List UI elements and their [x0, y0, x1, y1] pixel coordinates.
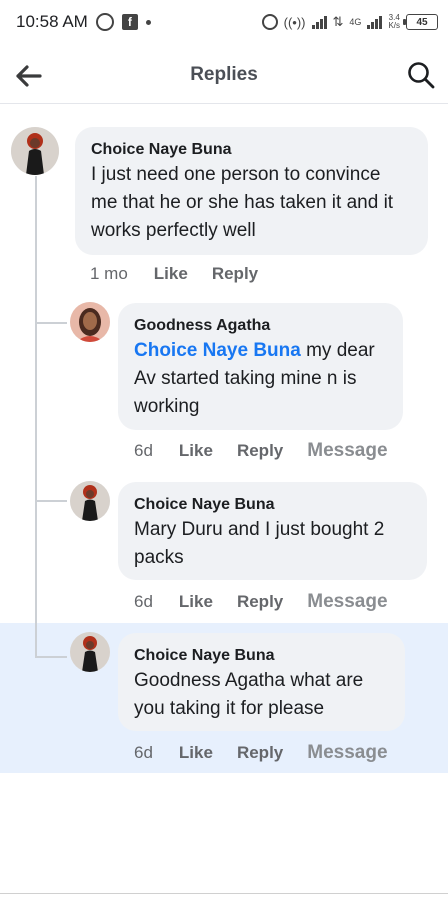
network-type: 4G	[349, 17, 362, 27]
avatar[interactable]	[70, 302, 110, 342]
hotspot-icon: ((•))	[283, 14, 306, 30]
comment-bubble: Goodness Agatha Choice Naye Buna my dear…	[118, 303, 403, 430]
comment-time[interactable]: 6d	[134, 592, 153, 612]
search-icon	[408, 62, 435, 89]
comment-author[interactable]: Choice Naye Buna	[134, 494, 411, 516]
message-button[interactable]: Message	[307, 591, 387, 613]
profile-photo	[70, 481, 110, 521]
bottom-divider	[0, 893, 448, 894]
comment-time[interactable]: 6d	[134, 441, 153, 461]
like-button[interactable]: Like	[154, 264, 188, 284]
thread-branch	[35, 322, 67, 324]
mention-link[interactable]: Choice Naye Buna	[134, 340, 301, 361]
comment-actions: 6d Like Reply Message	[134, 440, 388, 462]
reply-button[interactable]: Reply	[237, 592, 283, 612]
signal-icon-2	[367, 15, 383, 29]
comment-actions: 6d Like Reply Message	[134, 591, 388, 613]
comment-author[interactable]: Goodness Agatha	[134, 315, 387, 337]
comment-author[interactable]: Choice Naye Buna	[91, 139, 412, 161]
comment-text: I just need one person to convince me th…	[91, 164, 394, 241]
reply-button[interactable]: Reply	[212, 264, 258, 284]
comment-bubble: Choice Naye Buna Goodness Agatha what ar…	[118, 633, 405, 731]
like-button[interactable]: Like	[179, 441, 213, 461]
like-button[interactable]: Like	[179, 743, 213, 763]
message-button[interactable]: Message	[307, 440, 387, 462]
battery-icon: 45	[403, 14, 438, 30]
reply-button[interactable]: Reply	[237, 743, 283, 763]
more-notifications-icon	[145, 19, 151, 25]
comment-actions: 1 mo Like Reply	[90, 264, 282, 284]
page-title: Replies	[190, 64, 258, 85]
network-speed: 3.4 K/s	[388, 14, 400, 30]
avatar[interactable]	[11, 127, 59, 175]
status-time: 10:58 AM	[16, 12, 88, 31]
status-right: ((•)) ⇅ 4G 3.4 K/s 45	[261, 14, 438, 30]
data-transfer-icon: ⇅	[332, 14, 344, 29]
thread-branch	[35, 656, 67, 658]
thread-line	[35, 176, 37, 658]
speed-unit: K/s	[388, 21, 400, 30]
signal-icon	[311, 15, 327, 29]
comment-time[interactable]: 1 mo	[90, 264, 128, 284]
status-bar: 10:58 AM f ((•)) ⇅ 4G 3.4 K/s 45	[0, 0, 448, 44]
profile-photo	[70, 632, 110, 672]
alarm-icon	[261, 14, 278, 30]
like-button[interactable]: Like	[179, 592, 213, 612]
whatsapp-icon	[95, 13, 114, 31]
reply-button[interactable]: Reply	[237, 441, 283, 461]
avatar[interactable]	[70, 481, 110, 521]
message-button[interactable]: Message	[307, 742, 387, 764]
comment-text: Choice Naye Buna my dear Av started taki…	[134, 337, 387, 421]
top-app-bar: Replies	[0, 48, 448, 104]
profile-photo	[70, 302, 110, 342]
comment-text: Mary Duru and I just bought 2 packs	[134, 519, 385, 568]
comment-actions: 6d Like Reply Message	[134, 742, 388, 764]
comment-bubble: Choice Naye Buna I just need one person …	[75, 127, 428, 255]
status-left: 10:58 AM f	[16, 12, 151, 32]
comment-author[interactable]: Choice Naye Buna	[134, 645, 389, 667]
search-button[interactable]	[406, 60, 436, 90]
comment-time[interactable]: 6d	[134, 743, 153, 763]
comment-text: Goodness Agatha what are you taking it f…	[134, 670, 364, 719]
facebook-icon: f	[121, 14, 138, 30]
avatar[interactable]	[70, 632, 110, 672]
profile-photo	[11, 127, 59, 175]
thread-branch	[35, 500, 67, 502]
battery-level: 45	[416, 16, 428, 28]
comment-bubble: Choice Naye Buna Mary Duru and I just bo…	[118, 482, 427, 580]
